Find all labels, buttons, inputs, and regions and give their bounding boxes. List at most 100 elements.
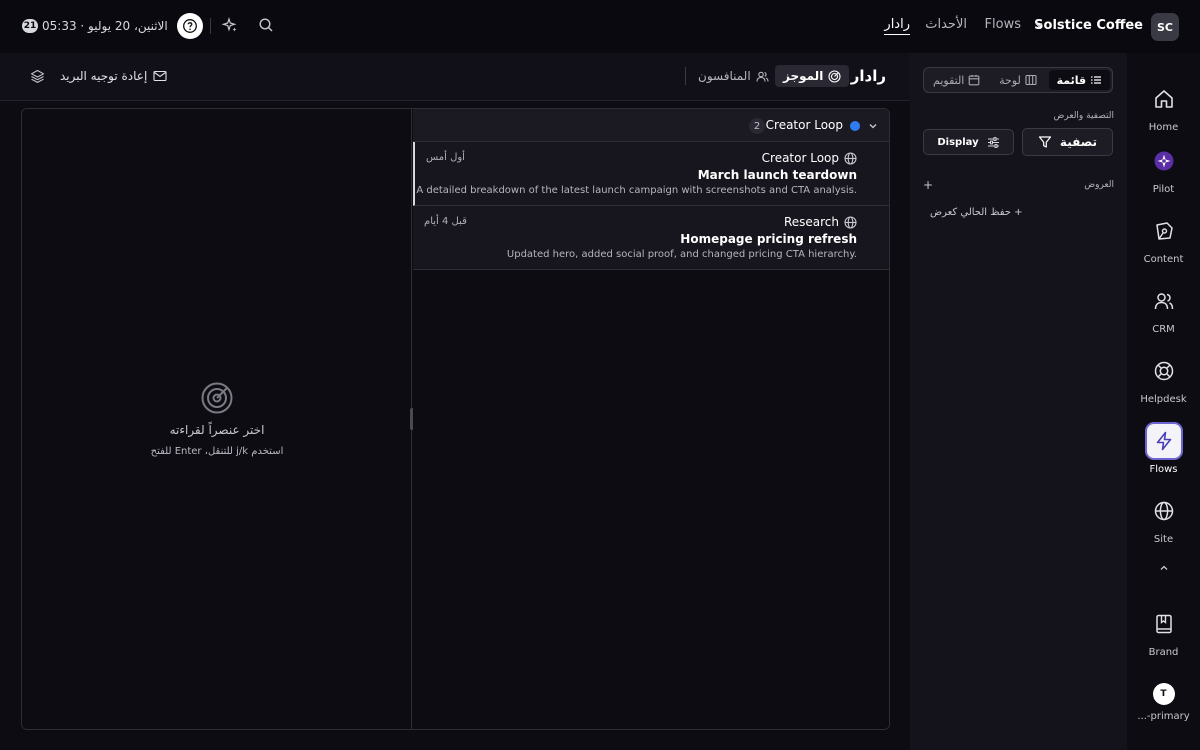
users-icon bbox=[1145, 282, 1183, 320]
help-button[interactable] bbox=[177, 13, 203, 39]
list-item[interactable]: Creator Loop أول أمس March launch teardo… bbox=[413, 142, 889, 206]
reading-pane: اختر عنصراً لقراءته استخدم j/k للتنقل، E… bbox=[22, 109, 412, 729]
rail-label: Pilot bbox=[1152, 184, 1175, 195]
sparkles-icon[interactable] bbox=[222, 17, 238, 33]
rail-label: ...-primary bbox=[1137, 711, 1190, 722]
rail-label: CRM bbox=[1152, 324, 1175, 335]
item-time: قبل 4 أيام bbox=[424, 216, 467, 227]
content-box: اختر عنصراً لقراءته استخدم j/k للتنقل، E… bbox=[21, 108, 890, 730]
item-title: March launch teardown bbox=[697, 168, 857, 182]
group-count: 2 bbox=[749, 118, 765, 134]
tab-label: المنافسون bbox=[698, 69, 751, 83]
email-forward-button[interactable]: إعادة توجيه البريد bbox=[60, 69, 167, 83]
item-source: Creator Loop bbox=[761, 151, 839, 165]
rail-label: Content bbox=[1143, 254, 1184, 265]
org-avatar[interactable]: SC bbox=[1151, 13, 1179, 41]
filter-section-title: التصفية والعرض bbox=[1053, 111, 1115, 121]
empty-state-title: اختر عنصراً لقراءته bbox=[169, 423, 265, 437]
rail-item-brand[interactable]: Brand bbox=[1127, 605, 1200, 658]
rail-item-content[interactable]: Content bbox=[1127, 212, 1200, 265]
tab-label: التقويم bbox=[933, 73, 965, 87]
chevron-down-icon bbox=[868, 121, 878, 131]
rail-item-pilot[interactable]: Pilot bbox=[1127, 142, 1200, 195]
rail-item-home[interactable]: Home bbox=[1127, 80, 1200, 133]
tab-label: قائمة bbox=[1056, 73, 1087, 87]
empty-state-hint: استخدم j/k للتنقل، Enter للفتح bbox=[150, 446, 284, 457]
funnel-icon bbox=[1038, 135, 1052, 149]
item-time: أول أمس bbox=[426, 152, 465, 163]
tab-label: لوحة bbox=[999, 73, 1021, 87]
rail-collapse[interactable] bbox=[1127, 563, 1200, 573]
group-name: Creator Loop bbox=[765, 118, 843, 132]
top-bar: SC Solstice Coffee Flows الأحداث رادار ا… bbox=[0, 0, 1200, 53]
display-label: Display bbox=[937, 136, 979, 148]
rail-label: Home bbox=[1148, 122, 1179, 133]
radar-icon bbox=[828, 69, 841, 83]
globe-icon bbox=[1145, 492, 1183, 530]
chevron-up-icon bbox=[1159, 563, 1169, 573]
tab-competitors[interactable]: المنافسون bbox=[690, 65, 777, 87]
main-header: رادار الموجز المنافسون إعادة توجيه البري… bbox=[0, 53, 910, 101]
tab-calendar-view[interactable]: التقويم bbox=[926, 70, 987, 90]
rail-item-crm[interactable]: CRM bbox=[1127, 282, 1200, 335]
group-color-dot bbox=[850, 121, 860, 131]
list-item[interactable]: Research قبل 4 أيام Homepage pricing ref… bbox=[413, 206, 889, 270]
item-description: A detailed breakdown of the latest launc… bbox=[416, 185, 857, 196]
nav-radar[interactable]: رادار bbox=[884, 17, 910, 35]
filter-panel: قائمة لوحة التقويم التصفية والعرض تصفية … bbox=[910, 53, 1127, 750]
display-button[interactable]: Display bbox=[923, 129, 1014, 155]
calendar-icon bbox=[968, 74, 980, 86]
org-name[interactable]: Solstice Coffee bbox=[1034, 18, 1143, 33]
group-header[interactable]: Creator Loop 2 bbox=[413, 109, 889, 142]
tab-digest[interactable]: الموجز bbox=[775, 65, 850, 87]
tab-board-view[interactable]: لوحة bbox=[987, 70, 1048, 90]
forward-label: إعادة توجيه البريد bbox=[60, 69, 148, 83]
rail-item-flows[interactable]: Flows bbox=[1127, 422, 1200, 475]
rail-item-workspace[interactable]: T ...-primary bbox=[1127, 683, 1200, 722]
pilot-icon bbox=[1145, 142, 1183, 180]
bolt-icon bbox=[1144, 422, 1183, 460]
home-icon bbox=[1145, 80, 1183, 118]
main-area: رادار الموجز المنافسون إعادة توجيه البري… bbox=[0, 53, 910, 750]
app-rail: Home Pilot Content CRM Helpdesk Flows Si… bbox=[1127, 53, 1200, 750]
item-source: Research bbox=[783, 215, 839, 229]
nav-events[interactable]: الأحداث bbox=[925, 17, 967, 32]
chevron-down-icon[interactable] bbox=[1034, 20, 1044, 30]
filter-button[interactable]: تصفية bbox=[1022, 128, 1113, 156]
globe-icon bbox=[844, 152, 857, 165]
views-section-title: العروض bbox=[1084, 180, 1114, 190]
page-title: رادار bbox=[850, 67, 886, 85]
question-icon bbox=[182, 18, 198, 34]
save-view-button[interactable]: + حفظ الحالي كعرض bbox=[930, 207, 1023, 218]
rail-item-site[interactable]: Site bbox=[1127, 492, 1200, 545]
item-description: Updated hero, added social proof, and ch… bbox=[506, 249, 857, 260]
columns-icon bbox=[1025, 74, 1037, 86]
layers-icon[interactable] bbox=[30, 69, 45, 84]
rail-label: Site bbox=[1153, 534, 1174, 545]
sliders-icon bbox=[987, 136, 1000, 149]
globe-icon bbox=[844, 216, 857, 229]
book-icon bbox=[1145, 605, 1183, 643]
lifebuoy-icon bbox=[1145, 352, 1183, 390]
divider bbox=[685, 67, 686, 85]
rail-label: Flows bbox=[1149, 464, 1178, 475]
nav-flows[interactable]: Flows bbox=[985, 17, 1021, 32]
tab-label: الموجز bbox=[783, 69, 824, 83]
divider bbox=[210, 18, 211, 34]
rail-label: Helpdesk bbox=[1140, 394, 1187, 405]
datetime: الاثنين، 20 يوليو · 05:33 bbox=[42, 19, 168, 33]
pen-icon bbox=[1145, 212, 1183, 250]
workspace-avatar: T bbox=[1152, 683, 1175, 705]
tab-list-view[interactable]: قائمة bbox=[1048, 70, 1110, 90]
users-icon bbox=[756, 70, 769, 83]
radar-icon bbox=[200, 381, 234, 415]
rail-label: Brand bbox=[1148, 647, 1179, 658]
day-badge[interactable]: 21 bbox=[22, 19, 38, 33]
view-switch: قائمة لوحة التقويم bbox=[923, 67, 1113, 93]
mail-icon bbox=[153, 70, 167, 82]
filter-label: تصفية bbox=[1059, 135, 1098, 149]
item-title: Homepage pricing refresh bbox=[680, 232, 857, 246]
add-view-button[interactable]: + bbox=[923, 178, 933, 192]
rail-item-helpdesk[interactable]: Helpdesk bbox=[1127, 352, 1200, 405]
search-icon[interactable] bbox=[258, 17, 274, 33]
